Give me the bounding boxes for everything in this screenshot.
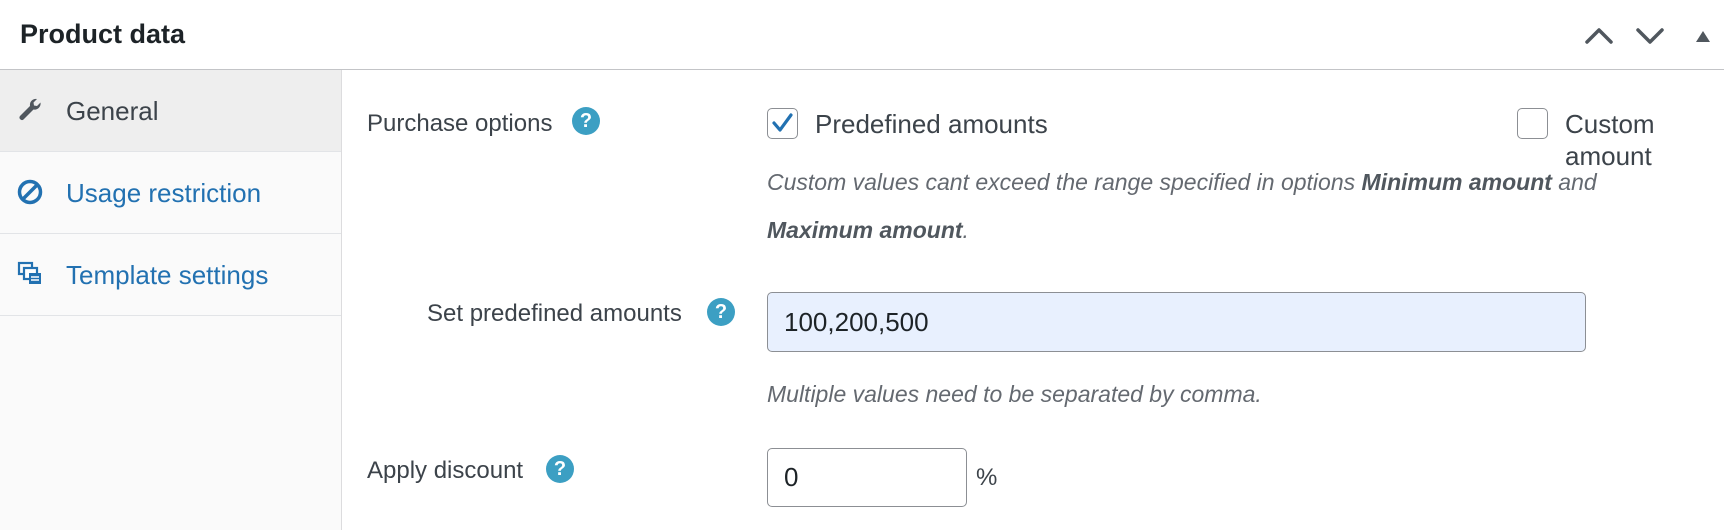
help-icon[interactable]: ? xyxy=(707,298,735,326)
tab-general[interactable]: General xyxy=(0,70,341,152)
predefined-amounts-label[interactable]: Predefined amounts xyxy=(815,108,1048,140)
chevron-up-icon xyxy=(1585,28,1613,44)
move-up-button[interactable] xyxy=(1581,18,1617,54)
no-symbol-icon xyxy=(17,179,43,205)
product-data-tabs: General Usage restriction Template setti… xyxy=(0,70,342,530)
predefined-amounts-checkbox[interactable] xyxy=(767,108,798,139)
help-icon[interactable]: ? xyxy=(546,455,574,483)
toggle-panel-button[interactable] xyxy=(1688,18,1718,54)
purchase-options-description: Custom values cant exceed the range spec… xyxy=(767,169,1597,243)
custom-amount-checkbox[interactable] xyxy=(1517,108,1548,139)
chevron-down-icon xyxy=(1636,28,1664,44)
discount-input[interactable] xyxy=(767,448,967,507)
product-data-panel: Product data General Usage restriction T… xyxy=(0,0,1724,530)
predefined-amounts-input[interactable] xyxy=(767,292,1586,352)
panel-header: Product data xyxy=(0,0,1724,70)
tab-template-settings-label: Template settings xyxy=(66,260,269,290)
triangle-up-icon xyxy=(1696,31,1710,42)
maximum-amount-term: Maximum amount xyxy=(767,217,963,243)
set-predefined-amounts-label: Set predefined amounts xyxy=(427,300,682,327)
tab-usage-restriction-label: Usage restriction xyxy=(66,178,262,208)
predefined-amounts-description: Multiple values need to be separated by … xyxy=(767,381,1262,407)
tab-usage-restriction[interactable]: Usage restriction xyxy=(0,152,341,234)
apply-discount-label: Apply discount xyxy=(367,457,524,484)
general-options: Purchase options ? Predefined amounts Cu… xyxy=(342,70,1724,530)
panel-title: Product data xyxy=(20,19,186,49)
tab-template-settings[interactable]: Template settings xyxy=(0,234,341,316)
wrench-icon xyxy=(19,98,41,120)
template-icon xyxy=(17,261,41,284)
checkmark-icon xyxy=(772,113,793,132)
purchase-options-label: Purchase options xyxy=(367,110,553,137)
help-icon[interactable]: ? xyxy=(572,107,600,135)
move-down-button[interactable] xyxy=(1632,18,1668,54)
tab-general-label: General xyxy=(66,96,159,126)
minimum-amount-term: Minimum amount xyxy=(1361,169,1552,195)
discount-unit: % xyxy=(976,464,998,491)
